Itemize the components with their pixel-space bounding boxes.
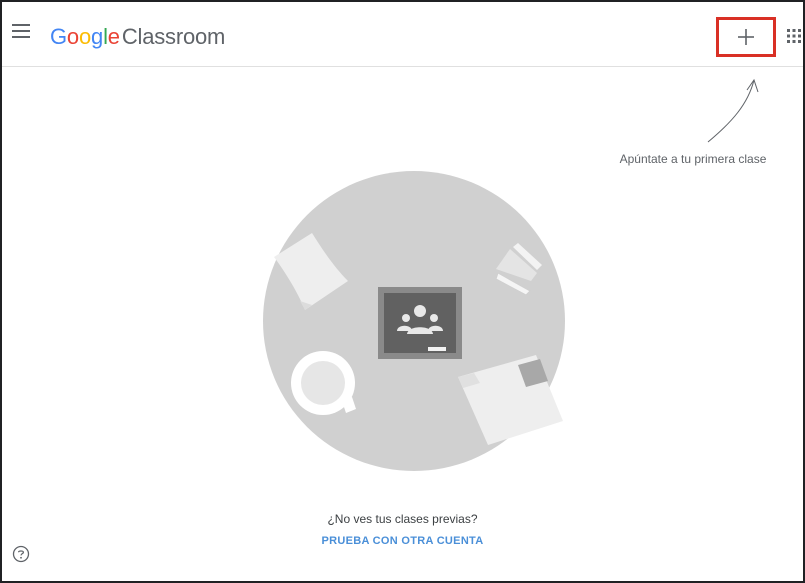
- product-name: Classroom: [121, 24, 226, 49]
- wordmark-letter: o: [66, 24, 79, 49]
- app-window: GoogleClassroom Apúntate a tu primera cl…: [0, 0, 805, 583]
- first-class-hint: Apúntate a tu primera clase: [619, 152, 767, 166]
- top-app-bar: GoogleClassroom: [2, 2, 803, 67]
- wordmark-letter: e: [107, 24, 120, 49]
- create-or-join-class-button[interactable]: [716, 17, 776, 57]
- try-another-account-link[interactable]: PRUEBA CON OTRA CUENTA: [2, 535, 803, 547]
- hamburger-menu-icon: [12, 24, 30, 26]
- google-wordmark: Google: [50, 24, 120, 49]
- menu-icon-bar: [12, 30, 30, 32]
- wordmark-letter: G: [50, 24, 67, 49]
- classroom-board-icon: [378, 287, 462, 359]
- help-icon[interactable]: [12, 545, 30, 563]
- empty-state-question: ¿No ves tus clases previas?: [327, 512, 478, 526]
- hint-arrow-icon: [707, 78, 759, 143]
- try-another-account-label[interactable]: PRUEBA CON OTRA CUENTA: [321, 535, 483, 547]
- menu-icon-bar: [12, 36, 30, 38]
- plus-icon: [738, 29, 754, 45]
- wordmark-letter: g: [91, 24, 104, 49]
- app-logo[interactable]: GoogleClassroom: [50, 24, 225, 50]
- wordmark-letter: o: [78, 24, 92, 49]
- empty-state-illustration: [263, 171, 565, 471]
- apps-grid-icon[interactable]: [787, 29, 801, 43]
- main-menu-button[interactable]: [12, 24, 30, 38]
